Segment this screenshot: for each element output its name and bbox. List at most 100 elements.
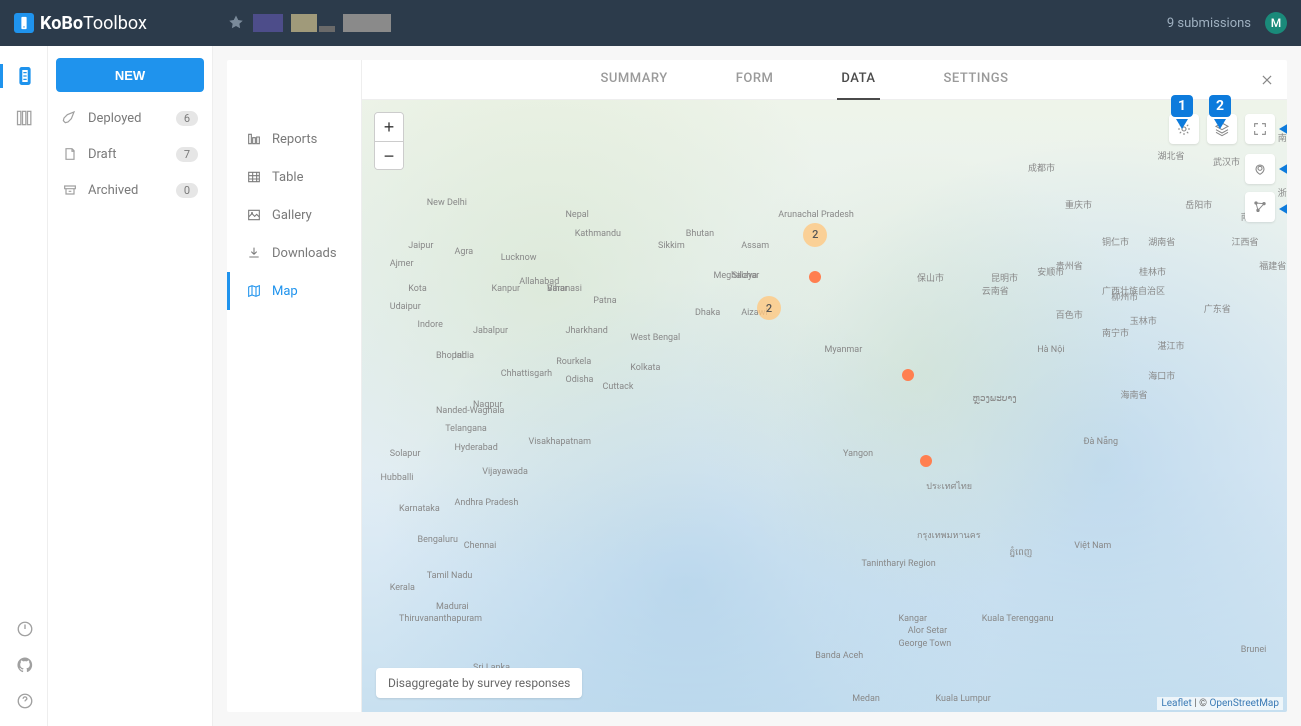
map-place-label: 安顺市 [1037, 265, 1064, 278]
map-point-marker[interactable] [920, 455, 932, 467]
map-place-label: Assam [741, 241, 769, 251]
map-heatmap-button[interactable] [1245, 154, 1275, 184]
sidebar-item-deployed[interactable]: Deployed 6 [56, 100, 204, 136]
map-place-label: Medan [852, 694, 880, 704]
map-place-label: India [455, 351, 475, 361]
header-breadcrumb [227, 14, 391, 32]
zoom-in-button[interactable]: + [375, 113, 403, 141]
tab-data[interactable]: DATA [837, 60, 879, 100]
disaggregate-button[interactable]: Disaggregate by survey responses [376, 668, 582, 698]
sidebar-item-label: Archived [88, 183, 138, 198]
subnav-downloads[interactable]: Downloads [227, 234, 361, 272]
map-view[interactable]: New DelhiKathmanduJaipurAgraLucknowKotaK… [362, 100, 1287, 712]
data-subnav: ReportsTableGalleryDownloadsMap [227, 100, 362, 712]
subnav-table[interactable]: Table [227, 158, 361, 196]
map-place-label: Patna [593, 296, 616, 306]
map-place-label: 云南省 [982, 284, 1009, 297]
subnav-gallery[interactable]: Gallery [227, 196, 361, 234]
rail-library[interactable] [0, 106, 47, 130]
map-place-label: Kanpur [492, 284, 521, 294]
close-button[interactable] [1247, 60, 1287, 100]
map-place-label: Madurai [436, 602, 469, 612]
annotation-3: 3 [1279, 118, 1287, 140]
submissions-count[interactable]: 9 submissions [1167, 16, 1251, 31]
subnav-reports[interactable]: Reports [227, 120, 361, 158]
draft-icon [62, 146, 78, 162]
map-place-label: 重庆市 [1065, 198, 1092, 211]
map-place-label: Hyderabad [455, 443, 498, 453]
map-place-label: Cuttack [603, 382, 634, 392]
map-place-label: Chhattisgarh [501, 369, 552, 379]
annotation-4: 4 [1279, 158, 1287, 180]
tab-summary[interactable]: SUMMARY [597, 60, 672, 100]
map-fullscreen-button[interactable] [1245, 114, 1275, 144]
breadcrumb-segment [253, 14, 283, 32]
map-place-label: Myanmar [825, 345, 863, 355]
sidebar-item-label: Draft [88, 147, 117, 162]
map-place-label: Chennai [464, 541, 497, 551]
map-point-marker[interactable] [809, 271, 821, 283]
map-place-label: 海南省 [1121, 388, 1148, 401]
map-place-label: 柳州市 [1111, 290, 1138, 303]
map-place-label: Kathmandu [575, 229, 621, 239]
sidebar-item-draft[interactable]: Draft 7 [56, 136, 204, 172]
app-header: KoBoToolbox 9 submissions M [0, 0, 1301, 46]
tab-settings[interactable]: SETTINGS [940, 60, 1013, 100]
map-place-label: Jaipur [408, 241, 433, 251]
rail-github[interactable] [13, 654, 34, 676]
zoom-out-button[interactable]: − [375, 141, 403, 169]
sidebar-item-count: 6 [176, 111, 198, 126]
avatar[interactable]: M [1265, 12, 1287, 34]
project-sidebar: NEW Deployed 6 Draft 7 Archived 0 [48, 46, 213, 726]
downloads-icon [246, 245, 262, 261]
sidebar-item-count: 7 [176, 147, 198, 162]
annotation-1: 1 [1171, 95, 1193, 129]
map-attribution: Leaflet | © OpenStreetMap [1157, 697, 1283, 710]
map-place-label: 南宁市 [1102, 326, 1129, 339]
breadcrumb-segment [319, 26, 335, 32]
map-place-label: 海口市 [1148, 369, 1175, 382]
map-place-label: Kerala [390, 583, 415, 593]
map-place-label: Kota [408, 284, 427, 294]
table-icon [246, 169, 262, 185]
leaflet-link[interactable]: Leaflet [1161, 698, 1191, 709]
gallery-icon [246, 207, 262, 223]
map-cluster-button[interactable] [1245, 192, 1275, 222]
cluster-icon [1252, 199, 1268, 215]
map-cluster-marker[interactable]: 2 [803, 223, 827, 247]
map-place-label: New Delhi [427, 198, 467, 208]
rail-source[interactable] [13, 618, 34, 640]
sidebar-item-archived[interactable]: Archived 0 [56, 172, 204, 208]
sidebar-item-count: 0 [176, 183, 198, 198]
map-place-label: Meghalaya [714, 271, 758, 281]
rail-help[interactable] [13, 690, 34, 712]
rail-projects[interactable] [0, 64, 47, 88]
map-place-label: Kuala Lumpur [936, 694, 991, 704]
breadcrumb-segment [291, 14, 317, 32]
new-button[interactable]: NEW [56, 58, 204, 92]
map-place-label: Sikkim [658, 241, 685, 251]
osm-link[interactable]: OpenStreetMap [1210, 698, 1280, 709]
map-cluster-marker[interactable]: 2 [757, 296, 781, 320]
sidebar-item-label: Deployed [88, 111, 142, 126]
tab-form[interactable]: FORM [732, 60, 778, 100]
map-place-label: Bengaluru [418, 535, 458, 545]
logo-icon [14, 13, 34, 33]
map-place-label: Jabalpur [473, 326, 508, 336]
map-place-label: West Bengal [630, 333, 680, 343]
map-place-label: Nepal [566, 210, 589, 220]
map-place-label: Brunei [1241, 645, 1267, 655]
map-place-label: Dhaka [695, 308, 720, 318]
map-place-label: Banda Aceh [815, 651, 863, 661]
subnav-map[interactable]: Map [227, 272, 361, 310]
map-place-label: 铜仁市 [1102, 235, 1129, 248]
library-icon [15, 108, 35, 128]
map-point-marker[interactable] [902, 369, 914, 381]
github-icon [16, 656, 34, 674]
map-place-label: Udaipur [390, 302, 421, 312]
map-place-label: Andhra Pradesh [455, 498, 519, 508]
map-place-label: 广东省 [1204, 302, 1231, 315]
map-place-label: Vijayawada [482, 467, 528, 477]
map-icon [246, 283, 262, 299]
map-place-label: Odisha [566, 375, 594, 385]
